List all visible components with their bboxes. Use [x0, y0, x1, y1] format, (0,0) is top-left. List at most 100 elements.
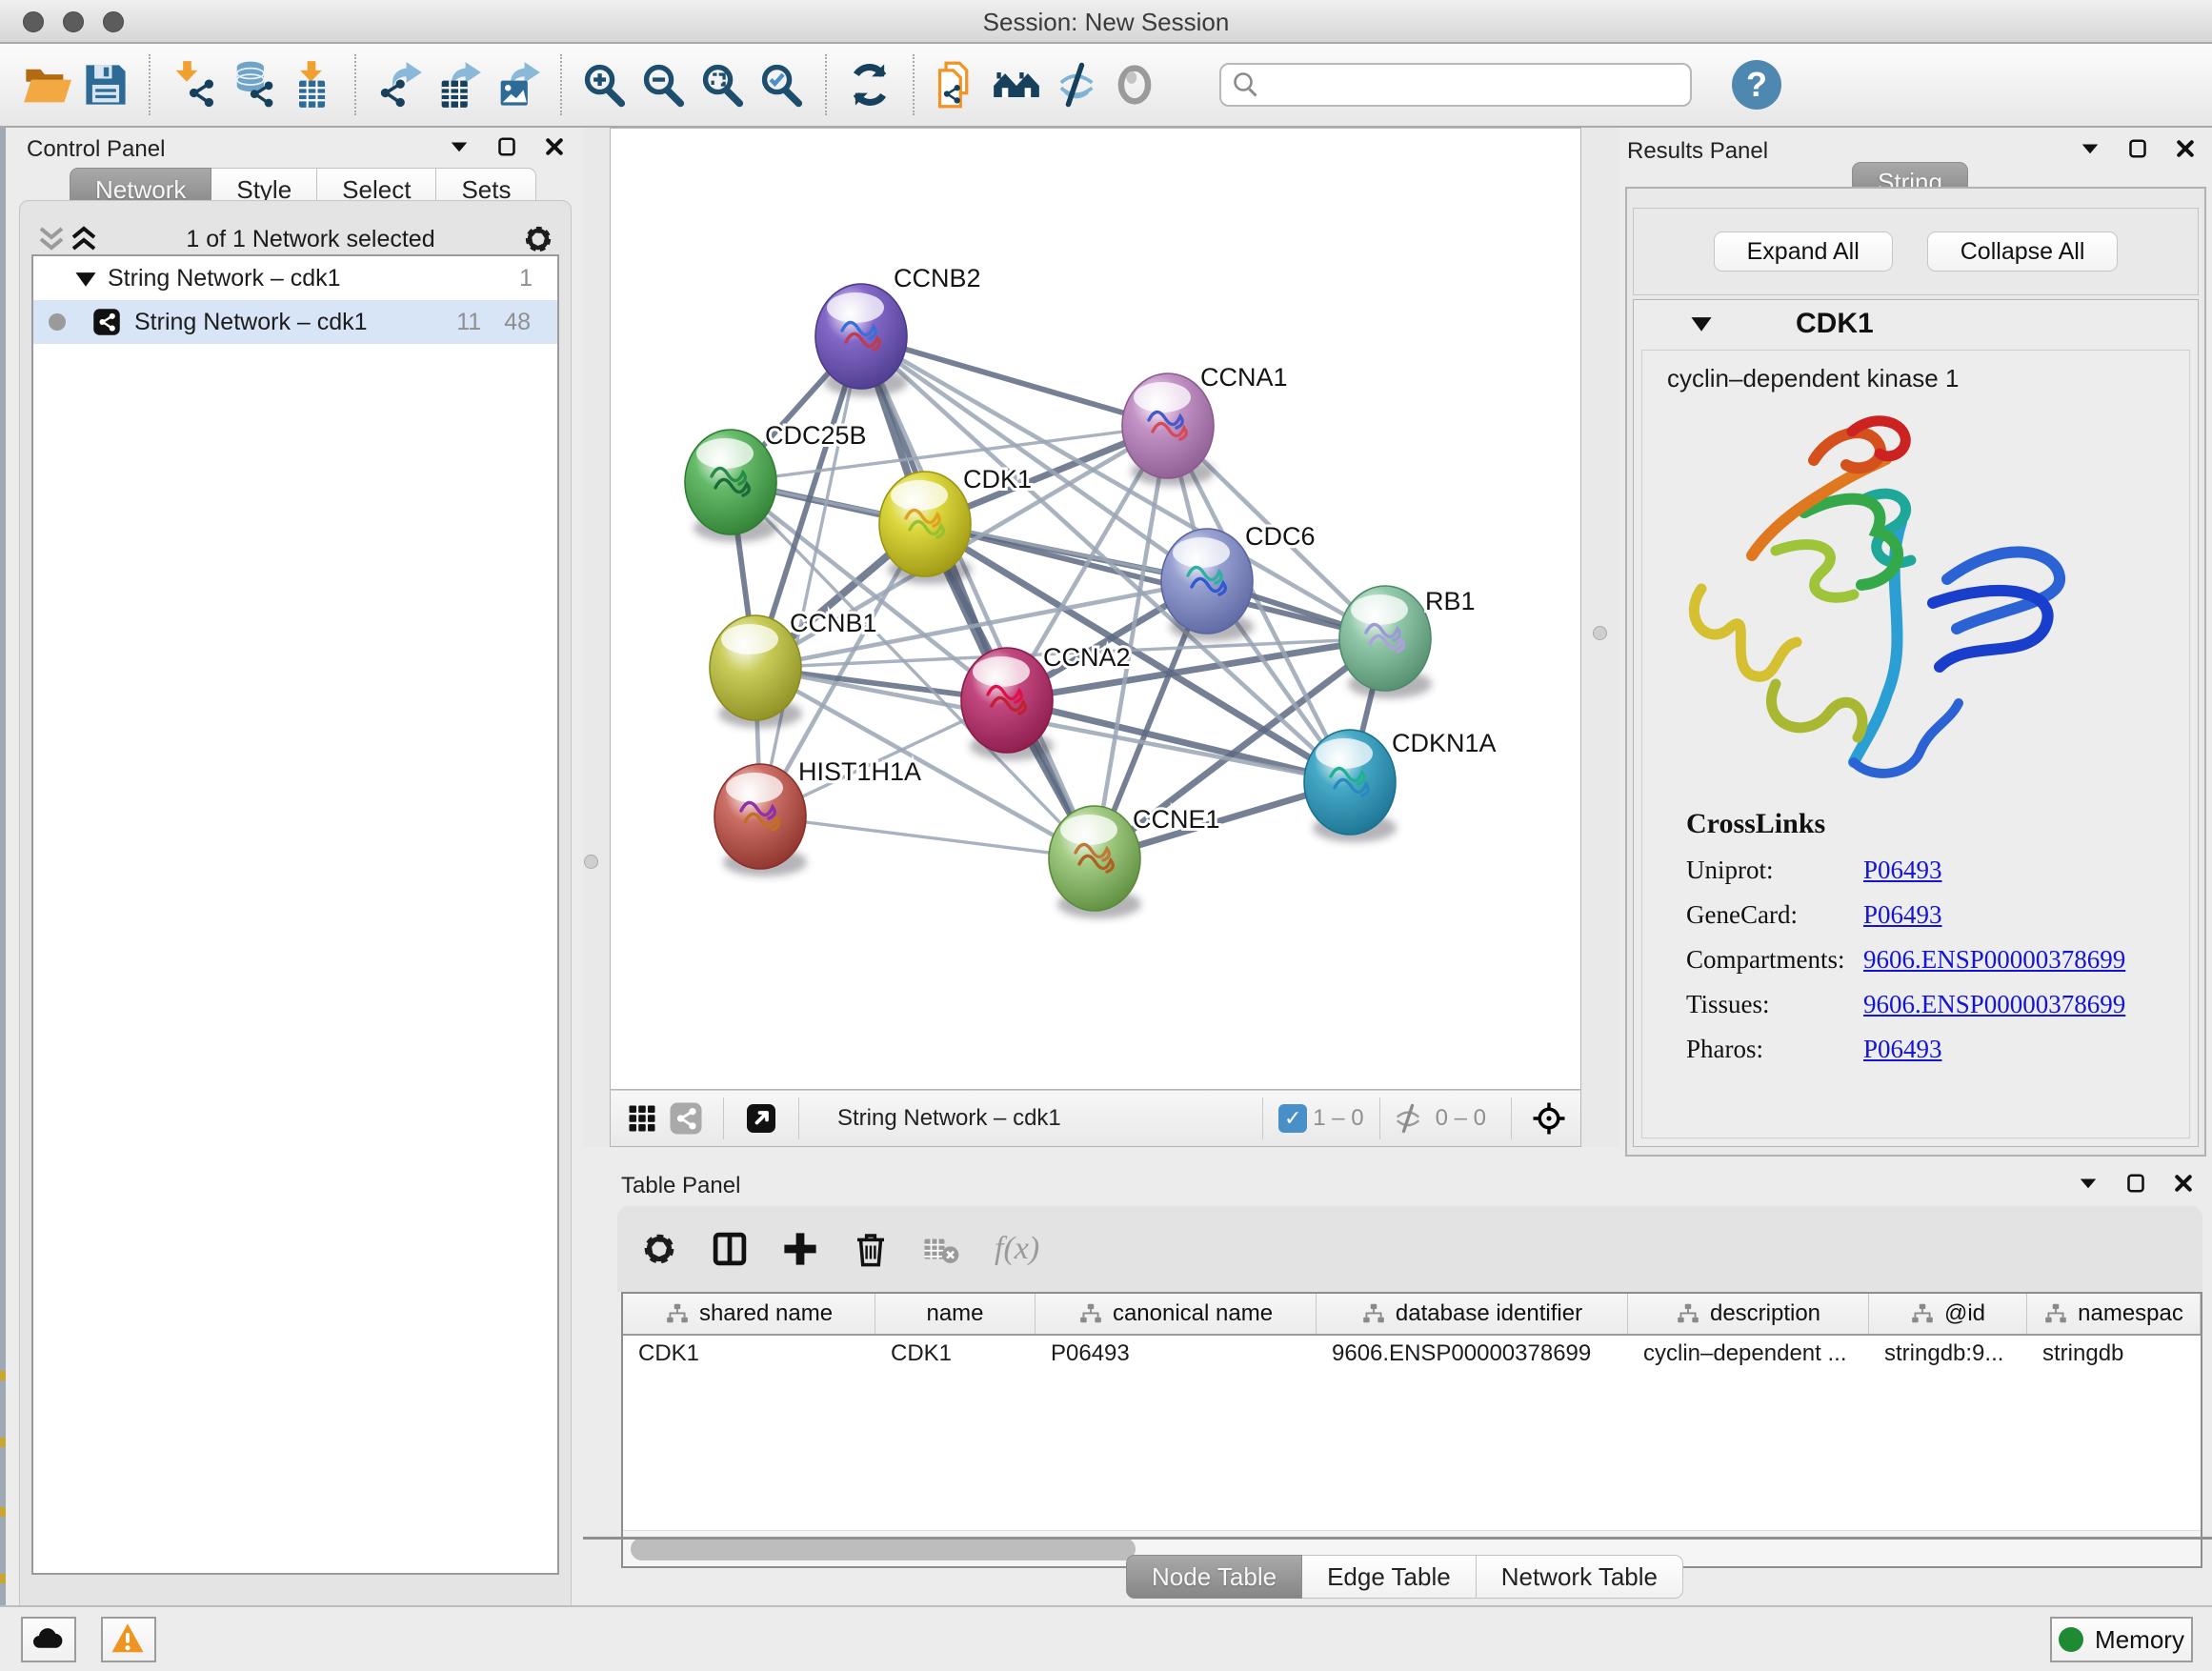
column-header-namespac[interactable]: namespac	[2027, 1294, 2201, 1334]
network-node-CCNB2[interactable]: CCNB2	[815, 264, 981, 396]
tab-edge-table[interactable]: Edge Table	[1302, 1555, 1477, 1599]
fit-selected-crosshair-icon[interactable]	[1527, 1097, 1571, 1140]
network-edge[interactable]	[760, 816, 1095, 858]
network-node-CDC6[interactable]: CDC6	[1161, 522, 1316, 641]
network-overview-icon[interactable]	[664, 1097, 708, 1140]
panel-menu-icon[interactable]	[448, 135, 471, 163]
refresh-icon[interactable]	[840, 53, 899, 116]
expand-all-icon[interactable]	[68, 225, 100, 253]
column-header-name[interactable]: name	[875, 1294, 1036, 1334]
cell-database-identifier[interactable]: 9606.ENSP00000378699	[1317, 1340, 1628, 1367]
column-attribute-icon	[1910, 1301, 1935, 1326]
right-splitter[interactable]	[1581, 128, 1619, 1168]
network-node-HIST1H1A[interactable]: HIST1H1A	[714, 757, 921, 876]
network-collection-row[interactable]: String Network – cdk1 1	[33, 256, 557, 300]
create-column-icon[interactable]	[775, 1224, 825, 1274]
column-header-@id[interactable]: @id	[1869, 1294, 2027, 1334]
export-image-icon[interactable]	[488, 53, 547, 116]
zoom-selected-icon[interactable]	[753, 53, 812, 116]
crosslink-link[interactable]: P06493	[1863, 1035, 1942, 1064]
node-label: CDC6	[1245, 522, 1316, 551]
left-splitter[interactable]	[583, 128, 610, 1168]
network-node-CCNE1[interactable]: CCNE1	[1049, 805, 1220, 918]
network-node-CCNA2[interactable]: CCNA2	[961, 643, 1131, 760]
import-network-icon[interactable]	[164, 53, 223, 116]
cell-@id[interactable]: stringdb:9...	[1869, 1340, 2027, 1367]
float-panel-icon[interactable]	[2126, 137, 2149, 165]
gene-expander-icon[interactable]	[1689, 313, 1714, 334]
birdseye-grid-icon[interactable]	[620, 1097, 664, 1140]
crosslink-link[interactable]: 9606.ENSP00000378699	[1863, 945, 2125, 975]
column-header-shared-name[interactable]: shared name	[623, 1294, 875, 1334]
hide-panels-icon[interactable]	[1046, 53, 1105, 116]
warnings-button[interactable]	[101, 1617, 156, 1662]
table-options-gear-icon[interactable]	[634, 1224, 684, 1274]
scrollbar-thumb[interactable]	[631, 1538, 1136, 1560]
column-header-canonical-name[interactable]: canonical name	[1036, 1294, 1317, 1334]
help-button[interactable]: ?	[1732, 60, 1781, 110]
gene-section-header[interactable]: CDK1	[1634, 300, 2198, 348]
network-node-CCNA1[interactable]: CCNA1	[1122, 363, 1288, 486]
tab-network-table[interactable]: Network Table	[1477, 1555, 1683, 1599]
crosslink-link[interactable]: P06493	[1863, 856, 1942, 885]
search-input[interactable]	[1219, 63, 1692, 107]
show-panels-icon[interactable]	[1105, 53, 1164, 116]
network-node-CDC25B[interactable]: CDC25B	[685, 421, 867, 542]
network-node-CDK1[interactable]: CDK1	[879, 465, 1032, 584]
cloud-status-button[interactable]	[21, 1617, 76, 1662]
hidden-eye-icon[interactable]	[1386, 1097, 1430, 1140]
cell-name[interactable]: CDK1	[875, 1340, 1036, 1367]
zoom-fit-icon[interactable]	[694, 53, 753, 116]
right-splitter-handle[interactable]	[1593, 626, 1607, 640]
network-row-selected[interactable]: String Network – cdk1 11 48	[33, 300, 557, 344]
memory-button[interactable]: Memory	[2050, 1617, 2193, 1662]
tab-node-table[interactable]: Node Table	[1126, 1555, 1302, 1599]
collection-expander-icon[interactable]	[73, 268, 98, 289]
zoom-out-icon[interactable]	[634, 53, 694, 116]
table-row[interactable]: CDK1CDK1P064939606.ENSP00000378699cyclin…	[623, 1336, 2201, 1372]
network-node-CCNB1[interactable]: CCNB1	[710, 609, 877, 728]
close-panel-icon[interactable]	[2174, 137, 2197, 165]
column-label: canonical name	[1113, 1300, 1273, 1327]
panel-menu-icon[interactable]	[2079, 137, 2101, 165]
panel-menu-icon[interactable]	[2077, 1172, 2100, 1199]
crosslink-row: Uniprot:P06493	[1686, 856, 2170, 885]
network-node-CDKN1A[interactable]: CDKN1A	[1304, 729, 1497, 842]
network-node-RB1[interactable]: RB1	[1339, 586, 1476, 698]
cell-canonical-name[interactable]: P06493	[1036, 1340, 1317, 1367]
delete-column-icon[interactable]	[846, 1224, 895, 1274]
detach-view-icon[interactable]	[739, 1097, 783, 1140]
cell-shared-name[interactable]: CDK1	[623, 1340, 875, 1367]
cell-namespac[interactable]: stringdb	[2027, 1340, 2201, 1367]
cell-description[interactable]: cyclin–dependent ...	[1628, 1340, 1869, 1367]
column-header-description[interactable]: description	[1628, 1294, 1869, 1334]
node-label: CCNA2	[1043, 643, 1131, 672]
network-edge[interactable]	[760, 336, 861, 816]
left-splitter-handle[interactable]	[584, 855, 598, 869]
control-panel-title: Control Panel	[27, 136, 165, 163]
save-session-icon[interactable]	[76, 53, 135, 116]
column-header-database-identifier[interactable]: database identifier	[1317, 1294, 1628, 1334]
close-panel-icon[interactable]	[543, 135, 566, 163]
import-database-icon[interactable]	[223, 53, 282, 116]
zoom-in-icon[interactable]	[575, 53, 634, 116]
expand-all-button[interactable]: Expand All	[1714, 232, 1893, 272]
crosslink-link[interactable]: P06493	[1863, 900, 1942, 930]
network-options-gear-icon[interactable]	[521, 222, 555, 256]
selected-checkbox-icon[interactable]: ✓	[1278, 1104, 1307, 1133]
float-panel-icon[interactable]	[495, 135, 518, 163]
show-columns-icon[interactable]	[705, 1224, 754, 1274]
crosslink-link[interactable]: 9606.ENSP00000378699	[1863, 990, 2125, 1019]
string-home-icon[interactable]	[987, 53, 1046, 116]
float-panel-icon[interactable]	[2124, 1172, 2147, 1199]
collapse-all-button[interactable]: Collapse All	[1927, 232, 2119, 272]
horizontal-splitter[interactable]	[583, 1147, 1619, 1168]
close-panel-icon[interactable]	[2172, 1172, 2195, 1199]
network-view-canvas[interactable]: CCNB2 CCNA1 CDC25B CDK1 CDC6 RB1 CCNB1	[610, 128, 1581, 1090]
open-session-icon[interactable]	[17, 53, 76, 116]
export-table-icon[interactable]	[429, 53, 488, 116]
import-table-icon[interactable]	[282, 53, 341, 116]
export-network-icon[interactable]	[370, 53, 429, 116]
collapse-all-icon[interactable]	[35, 225, 68, 253]
share-file-icon[interactable]	[928, 53, 987, 116]
